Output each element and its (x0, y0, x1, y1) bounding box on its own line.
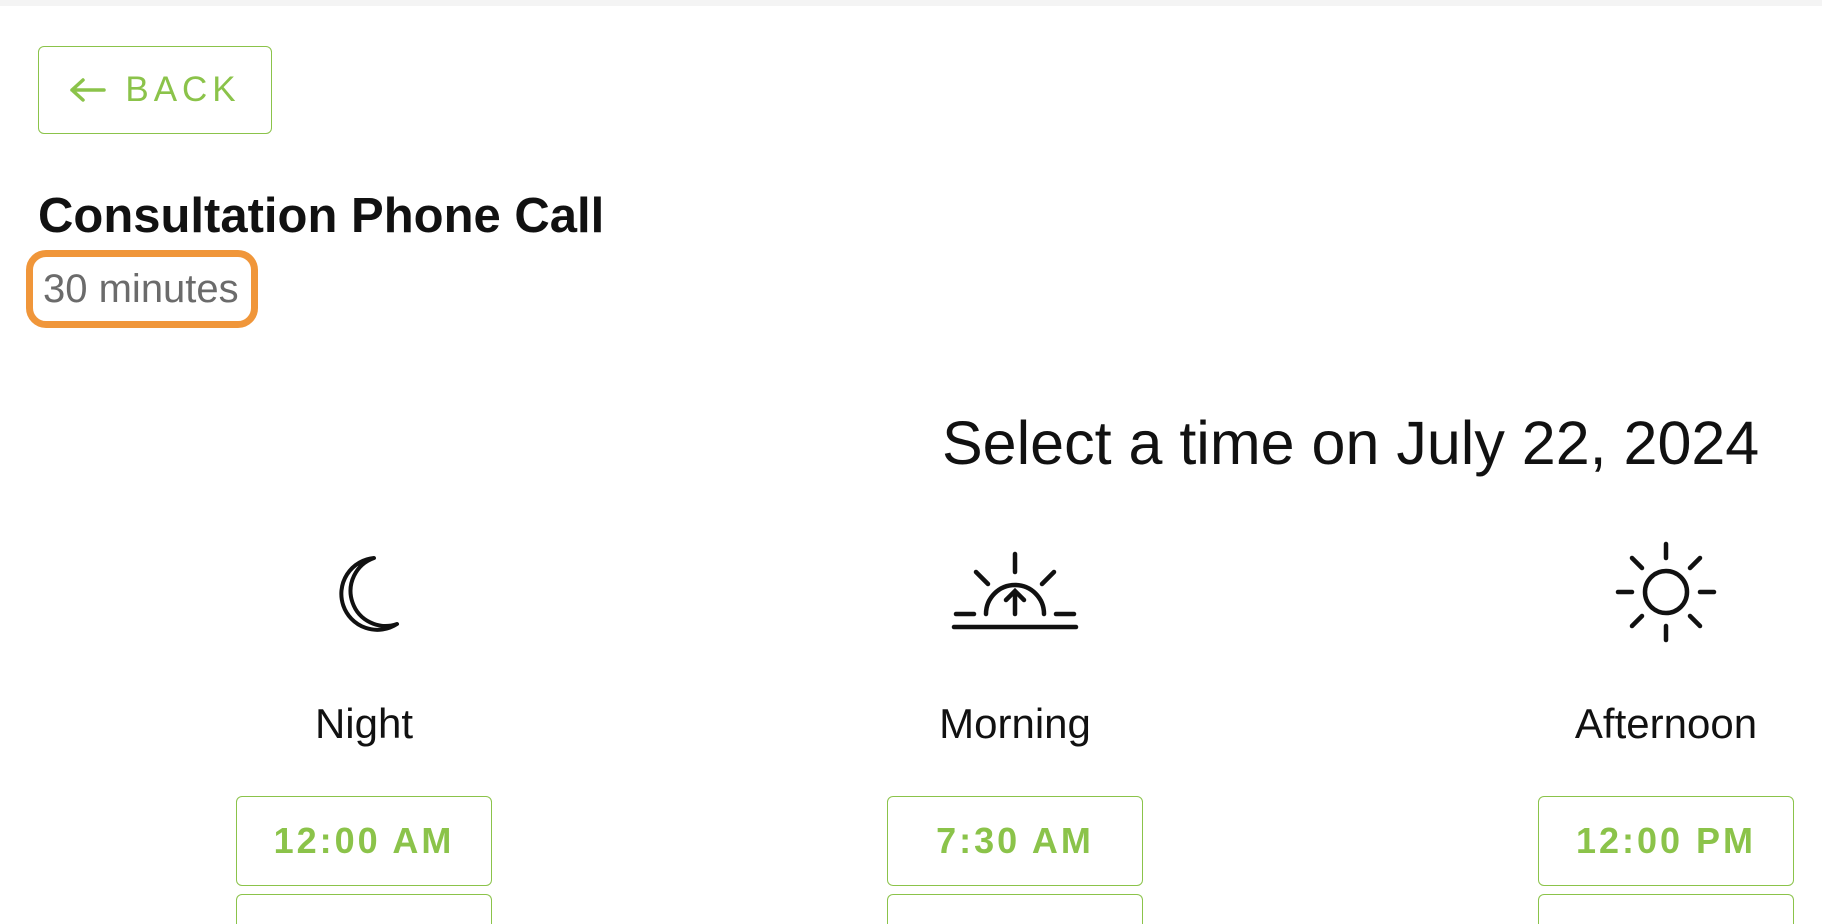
period-label-night: Night (314, 700, 414, 747)
time-slot-night-next[interactable] (236, 894, 492, 924)
arrow-left-icon (70, 78, 107, 102)
period-label-morning: Morning (939, 700, 1091, 747)
sunrise-icon (951, 551, 1079, 630)
event-duration-text: 30 minutes (43, 266, 239, 311)
period-morning: Morning (865, 0, 1165, 900)
time-slot-morning-next[interactable] (887, 894, 1143, 924)
time-slot-night-first[interactable]: 12:00 AM (236, 796, 492, 886)
period-afternoon: Afternoon (1516, 0, 1816, 900)
time-slot-morning-first[interactable]: 7:30 AM (887, 796, 1143, 886)
period-label-afternoon: Afternoon (1574, 700, 1758, 747)
moon-icon (339, 556, 399, 632)
sun-icon (1615, 541, 1717, 643)
period-night: Night (214, 0, 514, 900)
time-slot-afternoon-next[interactable] (1538, 894, 1794, 924)
time-slot-afternoon-first[interactable]: 12:00 PM (1538, 796, 1794, 886)
